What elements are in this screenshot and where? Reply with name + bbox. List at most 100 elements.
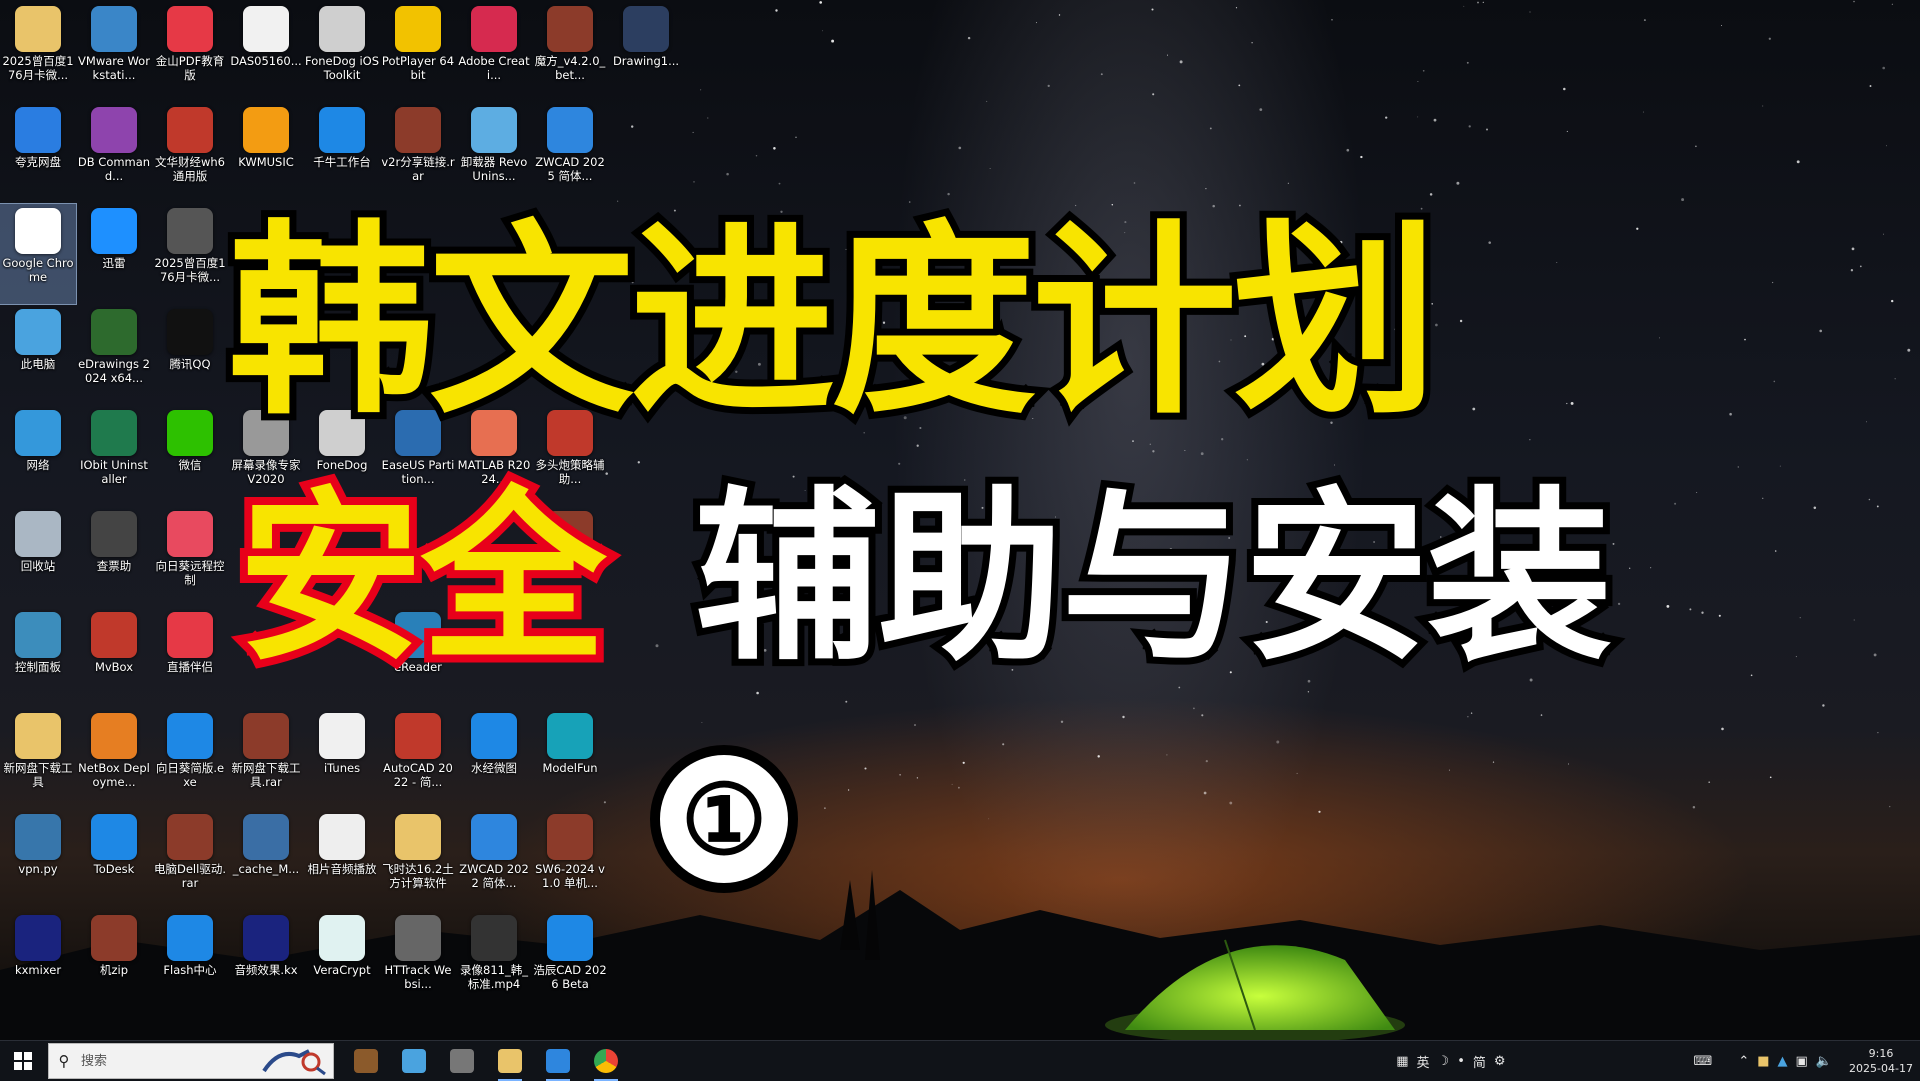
desktop-icon[interactable]: 相片音频播放 [304, 810, 380, 910]
star [908, 201, 911, 203]
star [1149, 443, 1151, 445]
keyboard-icon[interactable]: ⌨ [1690, 1054, 1717, 1069]
desktop-icon[interactable]: 向日葵简版.exe [152, 709, 228, 809]
taskbar-app-2[interactable] [390, 1041, 438, 1081]
desktop-icon[interactable]: 录像811_韩_标准.mp4 [456, 911, 532, 1011]
ime-punctuation-icon[interactable]: • [1453, 1054, 1469, 1069]
desktop-icon[interactable]: MvBox [76, 608, 152, 708]
desktop-icon[interactable]: Google Chrome [0, 203, 77, 305]
overlay-title-line1: 韩文进度计划 [221, 204, 1445, 442]
overlay-title-highlight: 安全 [230, 470, 614, 686]
desktop-icon[interactable]: DAS05160... [228, 2, 304, 102]
desktop-icon[interactable]: IObit Uninstaller [76, 406, 152, 506]
desktop-icon[interactable]: HTTrack Websi... [380, 911, 456, 1011]
desktop-icon[interactable]: 音频效果.kx [228, 911, 304, 1011]
desktop-icon[interactable]: kxmixer [0, 911, 76, 1011]
network-icon[interactable]: ▣ [1792, 1054, 1812, 1069]
taskbar-app-1[interactable] [342, 1041, 390, 1081]
desktop-icon[interactable]: 2025曾百度176月卡微... [0, 2, 76, 102]
desktop-icon[interactable]: VeraCrypt [304, 911, 380, 1011]
ime-grid-icon[interactable]: ▦ [1392, 1054, 1412, 1069]
desktop-icon[interactable]: 迅雷 [76, 204, 152, 304]
desktop-icon[interactable]: 水经微图 [456, 709, 532, 809]
desktop-icon[interactable]: 新网盘下载工具 [0, 709, 76, 809]
desktop-icon[interactable]: NetBox Deployme... [76, 709, 152, 809]
desktop-icon[interactable]: 新网盘下载工具.rar [228, 709, 304, 809]
taskbar-search-box[interactable]: ⚲ [48, 1043, 334, 1079]
desktop-icon[interactable]: 微信 [152, 406, 228, 506]
desktop-icon[interactable]: ZWCAD 2022 简体... [456, 810, 532, 910]
star [1422, 69, 1425, 72]
desktop-icon[interactable]: eDrawings 2024 x64... [76, 305, 152, 405]
desktop-icon[interactable]: 控制面板 [0, 608, 76, 708]
chevron-up-icon[interactable]: ⌃ [1734, 1054, 1753, 1069]
desktop-icon[interactable]: 查票助 [76, 507, 152, 607]
star [916, 777, 919, 779]
desktop-icon[interactable]: 浩辰CAD 2026 Beta [532, 911, 608, 1011]
star [1133, 182, 1136, 184]
desktop-icon[interactable]: 飞时达16.2土方计算软件 [380, 810, 456, 910]
ime-settings-icon[interactable]: ⚙ [1490, 1054, 1510, 1069]
ime-script-indicator[interactable]: 简 [1469, 1052, 1490, 1071]
taskbar-app-3[interactable] [438, 1041, 486, 1081]
desktop-icon[interactable]: v2r分享链接.rar [380, 103, 456, 203]
desktop-icon[interactable]: 千牛工作台 [304, 103, 380, 203]
taskbar-app-explorer[interactable] [486, 1041, 534, 1081]
desktop-icon[interactable]: 腾讯QQ [152, 305, 228, 405]
star [1891, 3, 1893, 5]
star [1296, 772, 1298, 774]
desktop-icon[interactable]: 直播伴侣 [152, 608, 228, 708]
star [1152, 93, 1155, 96]
desktop-icon[interactable]: ModelFun [532, 709, 608, 809]
star [1435, 323, 1438, 327]
star [756, 691, 759, 695]
desktop-icon[interactable]: 卸载器 RevoUnins... [456, 103, 532, 203]
desktop-icon-label: vpn.py [18, 862, 58, 876]
clock[interactable]: 9:16 2025-04-17 [1842, 1046, 1920, 1076]
search-input[interactable] [79, 1052, 253, 1070]
taskbar-app-chrome[interactable] [582, 1041, 630, 1081]
desktop-icon[interactable]: Adobe Creati... [456, 2, 532, 102]
desktop-icon[interactable]: DB Command... [76, 103, 152, 203]
desktop-icon[interactable]: 文华财经wh6通用版 [152, 103, 228, 203]
desktop-icon[interactable]: SW6-2024 v1.0 单机... [532, 810, 608, 910]
star [1768, 37, 1771, 40]
desktop-icon[interactable]: FoneDog iOS Toolkit [304, 2, 380, 102]
desktop-icon[interactable]: Flash中心 [152, 911, 228, 1011]
desktop-icon[interactable]: PotPlayer 64 bit [380, 2, 456, 102]
ime-moon-icon[interactable]: ☽ [1434, 1054, 1454, 1069]
qianniu-icon [319, 107, 365, 153]
taskbar-app-5[interactable] [534, 1041, 582, 1081]
desktop-icon-label: 查票助 [96, 559, 132, 573]
desktop-icon[interactable]: 向日葵远程控制 [152, 507, 228, 607]
desktop-icon[interactable]: vpn.py [0, 810, 76, 910]
desktop-icon[interactable]: 金山PDF教育版 [152, 2, 228, 102]
desktop-icon[interactable]: 魔方_v4.2.0_bet... [532, 2, 608, 102]
tray-security-icon[interactable]: ▲ [1774, 1054, 1792, 1069]
desktop-icon[interactable]: KWMUSIC [228, 103, 304, 203]
desktop-icon[interactable]: 此电脑 [0, 305, 76, 405]
start-button[interactable] [0, 1041, 46, 1081]
desktop-icon[interactable]: VMware Workstati... [76, 2, 152, 102]
desktop-icon[interactable]: 夸克网盘 [0, 103, 76, 203]
desktop-icon[interactable]: 回收站 [0, 507, 76, 607]
image-file-icon [167, 208, 213, 254]
tray-app-icon[interactable]: ■ [1753, 1054, 1773, 1069]
ime-language-indicator[interactable]: 英 [1413, 1052, 1434, 1071]
desktop-icon[interactable]: ZWCAD 2025 简体... [532, 103, 608, 203]
desktop-icon-label: 2025曾百度176月卡微... [154, 256, 226, 284]
vmware-icon [91, 6, 137, 52]
desktop-icon[interactable]: Drawing1... [608, 2, 684, 102]
desktop-icon-label: 千牛工作台 [313, 155, 371, 169]
desktop-icon[interactable]: 电脑Dell驱动.rar [152, 810, 228, 910]
desktop-icon[interactable]: _cache_M... [228, 810, 304, 910]
star [1333, 464, 1336, 466]
desktop-icon[interactable]: 网络 [0, 406, 76, 506]
desktop-icon-label: kxmixer [14, 963, 62, 977]
desktop-icon[interactable]: iTunes [304, 709, 380, 809]
desktop-icon[interactable]: ToDesk [76, 810, 152, 910]
volume-icon[interactable]: 🔈 [1812, 1054, 1836, 1069]
desktop-icon[interactable]: 机zip [76, 911, 152, 1011]
desktop-icon[interactable]: AutoCAD 2022 - 简... [380, 709, 456, 809]
desktop-icon[interactable]: 2025曾百度176月卡微... [152, 204, 228, 304]
